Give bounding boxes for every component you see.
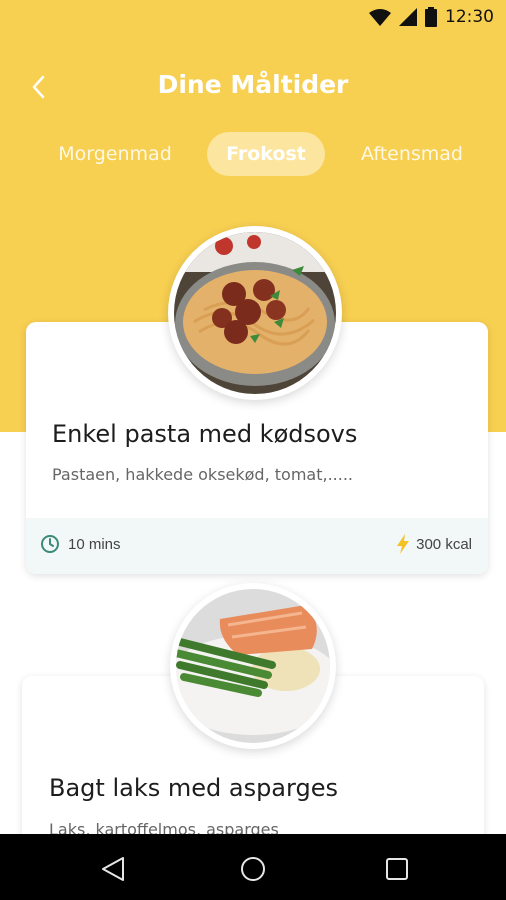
lightning-icon [397,534,410,554]
page-title: Dine Måltider [157,70,349,99]
tab-frokost[interactable]: Frokost [207,132,325,176]
meal-footer: 10 mins 300 kcal [26,518,488,574]
square-recents-icon [386,858,408,880]
pasta-dish-image [168,226,342,400]
nav-home-button[interactable] [238,854,268,884]
meal-tabs: Morgenmad Frokost Aftensmad [0,132,506,176]
system-nav-bar [0,834,506,900]
meal-description: Pastaen, hakkede oksekød, tomat,..... [52,465,353,484]
nav-recents-button[interactable] [382,854,412,884]
meal-title: Bagt laks med asparges [49,774,338,802]
signal-icon [399,8,417,26]
status-icons: 12:30 [369,7,494,27]
meal-title: Enkel pasta med kødsovs [52,420,358,448]
triangle-back-icon [102,857,124,881]
status-time: 12:30 [445,7,494,27]
meal-time: 10 mins [40,534,121,554]
battery-icon [425,7,437,27]
meal-kcal-label: 300 kcal [416,535,472,553]
circle-home-icon [241,857,265,881]
nav-back-button[interactable] [98,854,128,884]
meal-time-label: 10 mins [68,535,121,553]
tab-morgenmad[interactable]: Morgenmad [40,132,190,176]
wifi-icon [369,9,391,26]
salmon-dish-image [170,583,336,749]
tab-aftensmad[interactable]: Aftensmad [342,132,482,176]
status-bar: 12:30 [0,0,506,34]
meal-kcal: 300 kcal [396,534,472,554]
clock-icon [41,535,59,553]
